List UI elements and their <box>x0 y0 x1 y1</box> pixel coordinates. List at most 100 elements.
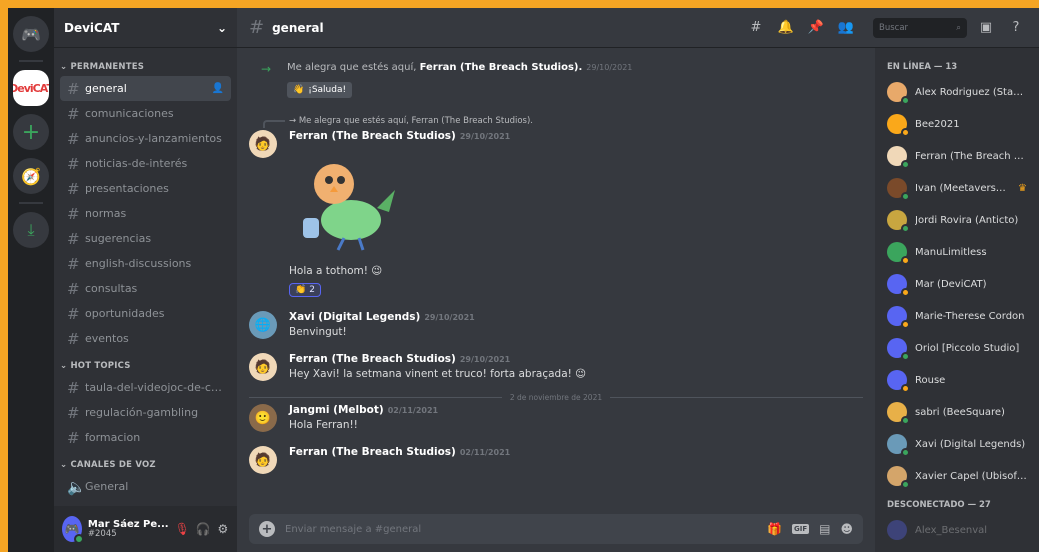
inbox-icon[interactable]: ▣ <box>975 20 997 35</box>
rail-divider <box>19 202 43 204</box>
avatar[interactable]: 🧑 <box>249 353 277 381</box>
channel-eventos[interactable]: # eventos <box>60 326 231 351</box>
channel-normas[interactable]: # normas <box>60 201 231 226</box>
category-hot-topics[interactable]: ⌄ HOT TOPICS <box>60 361 231 371</box>
channel-anuncios-y-lanzamientos[interactable]: # anuncios-y-lanzamientos <box>60 126 231 151</box>
members-icon[interactable]: 👥 <box>835 20 857 35</box>
upload-plus-icon[interactable]: + <box>259 521 275 537</box>
channel-taula-del-videojoc-de-cat-[interactable]: # taula-del-videojoc-de-cat... <box>60 375 231 400</box>
avatar <box>887 466 910 489</box>
member-item[interactable]: Ferran (The Breach St... <box>883 140 1031 172</box>
avatar <box>887 114 910 137</box>
bell-icon[interactable]: 🔔 <box>775 20 797 35</box>
channel-presentaciones[interactable]: # presentaciones <box>60 176 231 201</box>
server-header[interactable]: DeviCAT ⌄ <box>54 8 237 48</box>
add-server-icon[interactable]: + <box>13 114 49 150</box>
channel-label: presentaciones <box>85 182 169 195</box>
emoji-icon[interactable]: ☻ <box>840 522 853 536</box>
gif-icon[interactable]: GIF <box>792 524 810 534</box>
hash-icon: # <box>67 403 80 422</box>
channel-oportunidades[interactable]: # oportunidades <box>60 301 231 326</box>
members-online-header: EN LÍNEA — 13 <box>887 62 958 72</box>
server-devicat-icon[interactable]: DeviCAT <box>13 70 49 106</box>
hash-icon: # <box>67 129 80 148</box>
message-author[interactable]: Ferran (The Breach Studios) <box>289 130 456 142</box>
member-name: Ferran (The Breach St... <box>915 150 1027 162</box>
gift-icon[interactable]: 🎁 <box>767 522 782 536</box>
channel-noticias-de-inter-s[interactable]: # noticias-de-interés <box>60 151 231 176</box>
help-icon[interactable]: ? <box>1005 20 1027 35</box>
clap-icon: 👏 <box>295 285 307 295</box>
category-voice[interactable]: ⌄ CANALES DE VOZ <box>60 460 231 470</box>
message-author[interactable]: Xavi (Digital Legends) <box>289 311 420 323</box>
channel-label: noticias-de-interés <box>85 157 188 170</box>
channel-header: # general # 🔔 📌 👥 Buscar ⌕ ▣ ? <box>237 8 1039 48</box>
speaker-icon: 🔈 <box>67 477 86 496</box>
avatar <box>887 306 910 329</box>
status-online-icon <box>901 416 910 425</box>
member-item[interactable]: Mar (DeviCAT) <box>883 268 1031 300</box>
member-item[interactable]: Xavier Capel (Ubisoft ... <box>883 460 1031 492</box>
member-item[interactable]: ManuLimitless <box>883 236 1031 268</box>
hash-icon: # <box>67 154 80 173</box>
pin-icon[interactable]: 📌 <box>805 20 827 35</box>
message-author[interactable]: Jangmi (Melbot) <box>289 404 384 416</box>
channel-regulaci-n-gambling[interactable]: # regulación-gambling <box>60 400 231 425</box>
search-input[interactable]: Buscar ⌕ <box>873 17 967 38</box>
invite-icon[interactable]: 👤 <box>212 83 224 94</box>
explore-icon[interactable]: 🧭 <box>13 158 49 194</box>
user-tag: #2045 <box>87 528 117 539</box>
message-author[interactable]: Ferran (The Breach Studios) <box>289 353 456 365</box>
channel-sugerencias[interactable]: # sugerencias <box>60 226 231 251</box>
avatar[interactable]: 🎮 <box>62 516 84 544</box>
reaction-button[interactable]: 👏 2 <box>289 283 321 297</box>
download-icon[interactable]: ⤓ <box>13 212 49 248</box>
message-input[interactable]: Enviar mensaje a #general <box>285 524 757 535</box>
avatar[interactable]: 🧑 <box>249 130 277 158</box>
status-online-icon <box>901 160 910 169</box>
member-item[interactable]: Jordi Rovira (Anticto) <box>883 204 1031 236</box>
member-name: Alex Rodriguez (Starlo... <box>915 86 1027 98</box>
channel-label: normas <box>85 207 127 220</box>
channel-formacion[interactable]: # formacion <box>60 425 231 450</box>
member-item[interactable]: Alex_Besenval <box>883 514 1031 546</box>
threads-icon[interactable]: # <box>745 20 767 35</box>
message-list: → Me alegra que estés aquí, Ferran (The … <box>237 48 875 514</box>
category-permanentes[interactable]: ⌄ PERMANENTES <box>60 62 231 72</box>
wave-button[interactable]: 👋 ¡Saluda! <box>287 82 353 98</box>
channel-label: oportunidades <box>85 307 165 320</box>
member-item[interactable]: Alex Rodriguez (Starlo... <box>883 76 1031 108</box>
member-item[interactable]: Bee2021 <box>883 108 1031 140</box>
voice-channel-general[interactable]: 🔈 General <box>60 474 231 499</box>
member-item[interactable]: Marie-Therese Cordon <box>883 300 1031 332</box>
channel-general[interactable]: # general 👤 <box>60 76 231 101</box>
avatar[interactable]: 🌐 <box>249 311 277 339</box>
member-name: Bee2021 <box>915 118 960 130</box>
member-item[interactable]: sabri (BeeSquare) <box>883 396 1031 428</box>
mute-mic-icon[interactable]: 🎙 <box>175 522 190 536</box>
channel-label: comunicaciones <box>85 107 174 120</box>
status-idle-icon <box>901 256 910 265</box>
channel-english-discussions[interactable]: # english-discussions <box>60 251 231 276</box>
member-item[interactable]: Xavi (Digital Legends) <box>883 428 1031 460</box>
avatar[interactable]: 🧑 <box>249 446 277 474</box>
headphones-icon[interactable]: 🎧 <box>196 522 211 536</box>
avatar <box>887 402 910 425</box>
member-item[interactable]: Rouse <box>883 364 1031 396</box>
member-item[interactable]: Ivan (Meetaverse-... ♛ <box>883 172 1031 204</box>
reply-reference[interactable]: → Me alegra que estés aquí, Ferran (The … <box>263 114 863 128</box>
member-item[interactable]: Oriol [Piccolo Studio] <box>883 332 1031 364</box>
chat-panel: → Me alegra que estés aquí, Ferran (The … <box>237 48 875 552</box>
message-author[interactable]: Ferran (The Breach Studios) <box>289 446 456 458</box>
home-icon[interactable]: 🎮 <box>13 16 49 52</box>
search-icon: ⌕ <box>956 22 961 33</box>
hash-icon: # <box>67 79 80 98</box>
message: 🌐 Xavi (Digital Legends) 29/10/2021 Benvi… <box>249 311 863 339</box>
hash-icon: # <box>67 179 80 198</box>
channel-consultas[interactable]: # consultas <box>60 276 231 301</box>
gear-icon[interactable]: ⚙ <box>217 522 229 536</box>
sticker-icon[interactable]: ▤ <box>819 522 830 536</box>
channel-label: regulación-gambling <box>85 406 199 419</box>
channel-comunicaciones[interactable]: # comunicaciones <box>60 101 231 126</box>
avatar[interactable]: 🙂 <box>249 404 277 432</box>
